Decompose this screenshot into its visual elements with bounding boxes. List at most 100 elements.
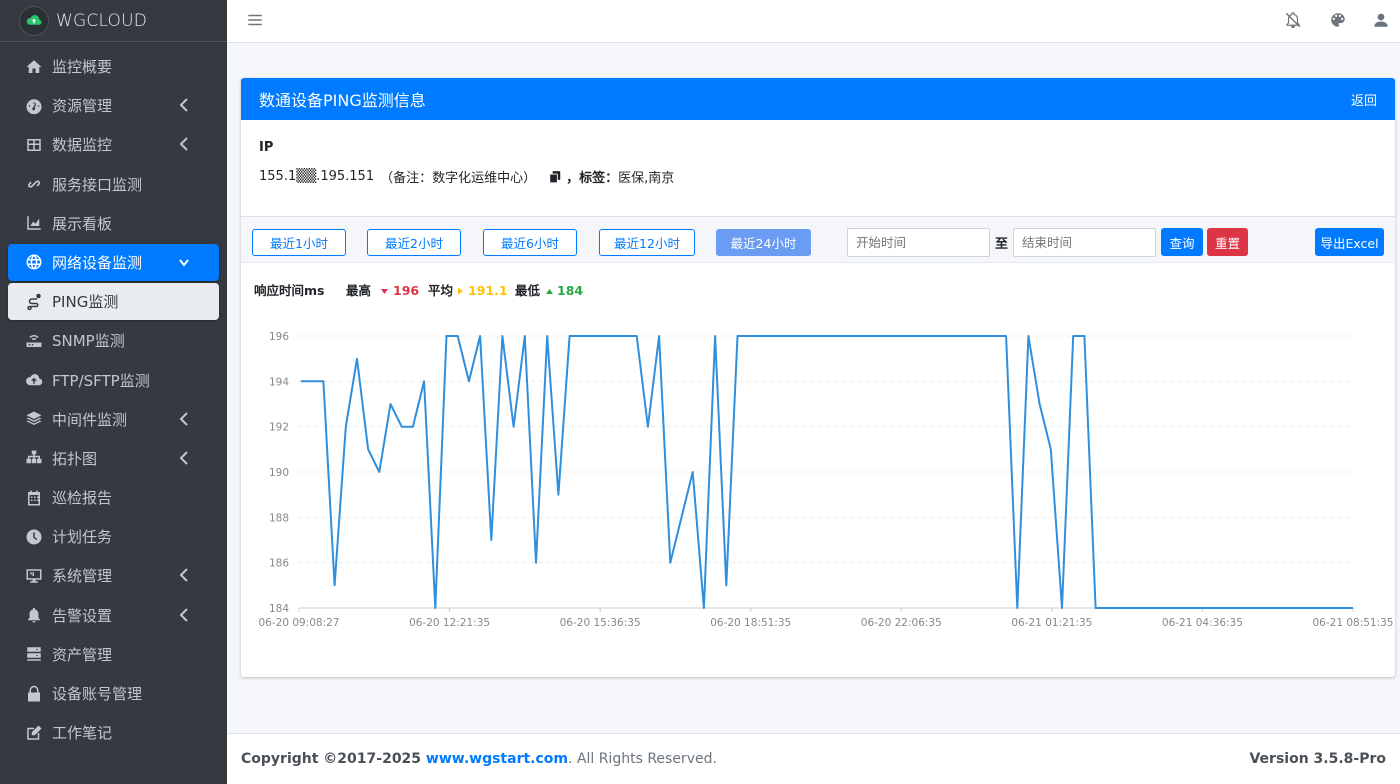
bell-slash-icon[interactable]: [1282, 9, 1304, 31]
sidebar-item-2[interactable]: 数据监控: [8, 126, 219, 163]
copyright: Copyright ©2017-2025 www.wgstart.com. Al…: [241, 751, 717, 767]
export-excel-button[interactable]: 导出Excel: [1315, 228, 1384, 256]
sidebar-item-17[interactable]: 工作笔记: [8, 714, 219, 751]
site-link[interactable]: www.wgstart.com: [426, 751, 568, 767]
footer: Copyright ©2017-2025 www.wgstart.com. Al…: [227, 733, 1400, 784]
response-time-chart: 响应时间ms 最高 196 平均 191.1 最低 184 184 186 188 190 192 19…: [241, 264, 1395, 664]
reset-button[interactable]: 重置: [1207, 228, 1248, 256]
link-icon: [24, 174, 44, 194]
sidebar-item-6[interactable]: PING监测: [8, 283, 219, 321]
remark-text: （备注：数字化运维中心）: [380, 171, 537, 186]
sidebar-item-label: 巡检报告: [52, 489, 113, 508]
home-icon: [24, 57, 44, 77]
ip-line: 155.1▒▒.195.151 （备注：数字化运维中心） ，标签： 医保,南京: [259, 167, 1377, 186]
chevron-down-icon: [179, 254, 189, 270]
y-tick-label: 186: [269, 558, 289, 570]
sidebar-item-label: 拓扑图: [52, 449, 98, 468]
sidebar-item-label: 网络设备监测: [52, 253, 143, 272]
sidebar-item-1[interactable]: 资源管理: [8, 87, 219, 124]
palette-icon[interactable]: [1327, 9, 1349, 31]
calendar-icon: [24, 488, 44, 508]
ip-value: 155.1▒▒.195.151: [259, 169, 375, 184]
chevron-left-icon: [179, 450, 189, 466]
sitemap-icon: [24, 448, 44, 468]
range-button-4[interactable]: 最近24小时: [716, 229, 811, 256]
max-label: 最高: [346, 283, 371, 298]
sidebar-item-12[interactable]: 计划任务: [8, 518, 219, 555]
card-title: 数通设备PING监测信息: [259, 91, 426, 110]
to-label: 至: [995, 237, 1009, 252]
sidebar-item-label: 中间件监测: [52, 410, 128, 429]
sidebar-item-4[interactable]: 展示看板: [8, 205, 219, 242]
sidebar-item-5[interactable]: 网络设备监测: [8, 243, 219, 281]
chart-title: 响应时间ms: [254, 283, 324, 298]
version-label: Version: [1249, 751, 1309, 767]
clock-icon: [24, 527, 44, 547]
query-button[interactable]: 查询: [1161, 228, 1203, 256]
y-tick-label: 190: [269, 467, 289, 479]
copy-icon[interactable]: [548, 170, 562, 184]
y-tick-label: 196: [269, 331, 289, 343]
back-link[interactable]: 返回: [1351, 90, 1377, 109]
x-tick-label: 06-21 04:36:35: [1162, 617, 1243, 629]
sidebar-item-8[interactable]: FTP/SFTP监测: [8, 362, 219, 399]
ping-detail-card: 数通设备PING监测信息 返回 IP 155.1▒▒.195.151 （备注：数…: [241, 78, 1395, 677]
sidebar-item-0[interactable]: 监控概要: [8, 48, 219, 85]
device-info: IP 155.1▒▒.195.151 （备注：数字化运维中心） ，标签： 医保,…: [241, 120, 1395, 217]
sidebar-item-label: SNMP监测: [52, 332, 125, 351]
brand[interactable]: WGCLOUD: [0, 0, 227, 42]
card-header: 数通设备PING监测信息 返回: [241, 78, 1395, 120]
sidebar-item-3[interactable]: 服务接口监测: [8, 166, 219, 203]
range-button-3[interactable]: 最近12小时: [599, 229, 695, 256]
y-tick-label: 194: [269, 376, 289, 388]
avg-label: 平均: [428, 283, 453, 298]
rights-text: . All Rights Reserved.: [568, 751, 717, 767]
sidebar-item-7[interactable]: SNMP监测: [8, 322, 219, 359]
sidebar-item-10[interactable]: 拓扑图: [8, 440, 219, 477]
desktop-icon: [24, 566, 44, 586]
sidebar-item-9[interactable]: 中间件监测: [8, 401, 219, 438]
chart-area-icon: [24, 213, 44, 233]
menu-toggle-icon[interactable]: [244, 9, 266, 31]
user-icon[interactable]: [1370, 9, 1392, 31]
range-button-2[interactable]: 最近6小时: [483, 229, 577, 256]
min-label: 最低: [515, 283, 541, 298]
sidebar-item-label: 展示看板: [52, 214, 113, 233]
sidebar-item-label: PING监测: [52, 293, 119, 312]
sidebar-item-13[interactable]: 系统管理: [8, 557, 219, 594]
sidebar-nav: 监控概要资源管理 数据监控服务接口监测 展示看板网络设备监测 PING监测 SNMP监测…: [0, 42, 227, 751]
tag-value: 医保,南京: [618, 171, 675, 186]
x-tick-label: 06-21 01:21:35: [1011, 617, 1092, 629]
cloud-upload-icon: [24, 370, 44, 390]
copyright-text: Copyright ©2017-2025: [241, 751, 426, 767]
sidebar-item-label: 工作笔记: [52, 724, 113, 743]
chevron-left-icon: [179, 607, 189, 623]
chevron-left-icon: [179, 136, 189, 152]
x-tick-label: 06-20 09:08:27: [258, 617, 339, 629]
chart-svg: 响应时间ms 最高 196 平均 191.1 最低 184 184 186 188 190 192 19…: [254, 283, 1394, 629]
sidebar-item-label: 监控概要: [52, 58, 113, 76]
y-tick-label: 184: [269, 603, 289, 615]
avg-value: 191.1: [468, 283, 508, 298]
sidebar-item-15[interactable]: 资产管理: [8, 636, 219, 673]
bell-icon: [24, 605, 44, 625]
end-time-input[interactable]: [1013, 228, 1156, 257]
brand-title: WGCLOUD: [56, 10, 148, 31]
start-time-input[interactable]: [847, 228, 990, 257]
version-value: 3.5.8-Pro: [1308, 751, 1386, 767]
tag-label: ，标签：: [566, 171, 619, 186]
sidebar-item-14[interactable]: 告警设置: [8, 597, 219, 634]
ip-label: IP: [259, 140, 274, 155]
range-button-0[interactable]: 最近1小时: [252, 229, 346, 256]
sidebar-item-11[interactable]: 巡检报告: [8, 479, 219, 516]
y-tick-label: 188: [269, 512, 289, 524]
edit-icon: [24, 723, 44, 743]
sidebar-item-label: FTP/SFTP监测: [52, 371, 150, 390]
x-tick-label: 06-20 22:06:35: [861, 617, 942, 629]
dashboard-icon: [24, 96, 44, 116]
sidebar-item-label: 服务接口监测: [52, 175, 143, 194]
route-icon: [24, 292, 44, 312]
range-button-1[interactable]: 最近2小时: [367, 229, 461, 256]
caret-up-icon: [546, 289, 553, 294]
sidebar-item-16[interactable]: 设备账号管理: [8, 675, 219, 712]
